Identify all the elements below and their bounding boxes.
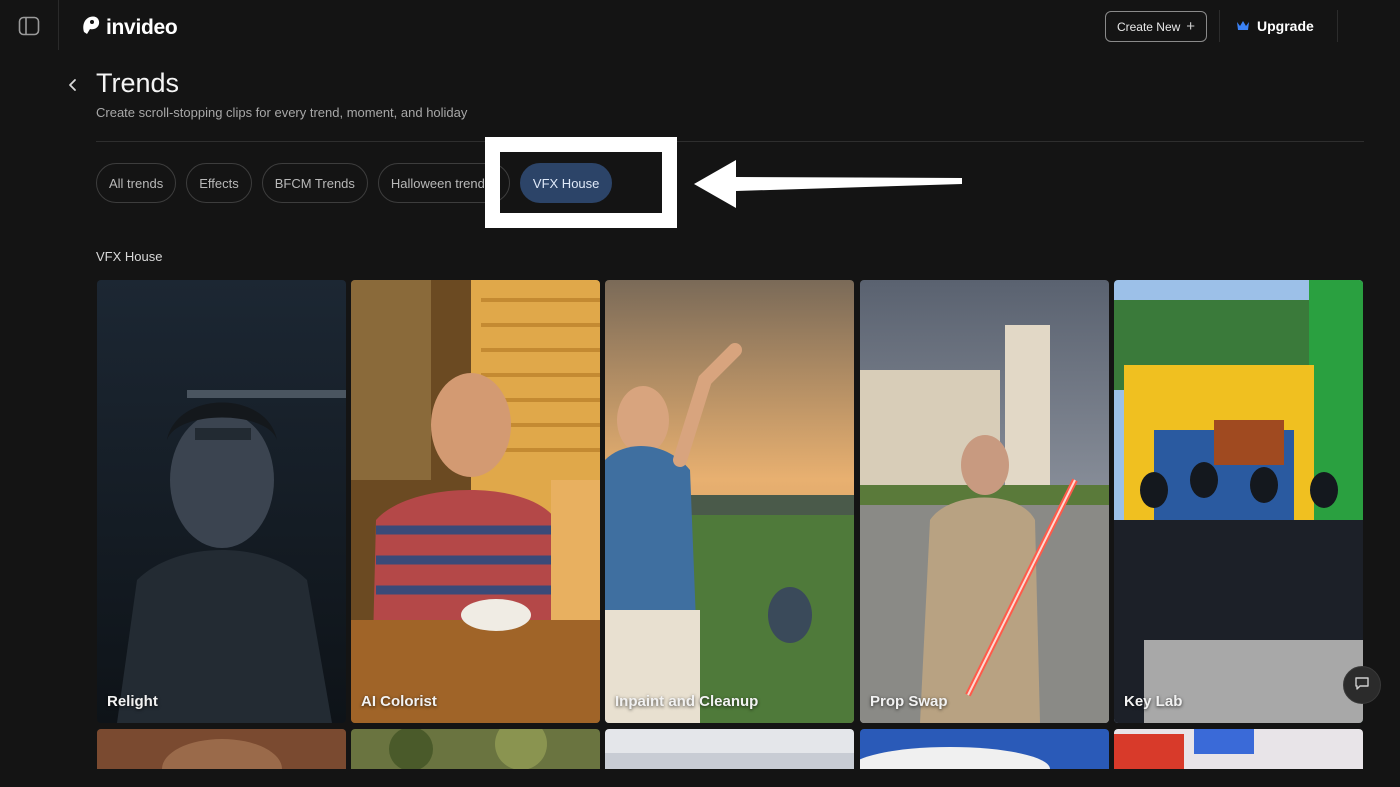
trend-card[interactable] <box>605 729 854 769</box>
crown-icon <box>1236 18 1250 34</box>
trend-card-inpaint-and-cleanup[interactable]: Inpaint and Cleanup <box>605 280 854 723</box>
logo[interactable]: invideo <box>80 14 178 41</box>
trend-card[interactable] <box>1114 729 1363 769</box>
chat-icon <box>1354 675 1370 696</box>
card-thumbnail <box>605 729 854 769</box>
annotation-highlight-box <box>485 137 677 228</box>
card-label: Key Lab <box>1124 693 1183 710</box>
card-thumbnail <box>605 280 854 723</box>
chip-effects[interactable]: Effects <box>186 163 252 203</box>
trend-card-relight[interactable]: Relight <box>97 280 346 723</box>
trend-card-ai-colorist[interactable]: AI Colorist <box>351 280 600 723</box>
section-title: VFX House <box>96 249 163 264</box>
plus-icon: + <box>1186 18 1196 35</box>
create-new-button[interactable]: Create New + <box>1105 11 1207 42</box>
logo-icon <box>80 14 102 41</box>
card-label: Prop Swap <box>870 693 948 710</box>
trend-card-prop-swap[interactable]: Prop Swap <box>860 280 1109 723</box>
page-subtitle: Create scroll-stopping clips for every t… <box>96 105 468 120</box>
card-thumbnail <box>860 280 1109 723</box>
trend-card-key-lab[interactable]: Key Lab <box>1114 280 1363 723</box>
upgrade-label: Upgrade <box>1257 18 1314 34</box>
card-thumbnail <box>1114 729 1363 769</box>
page-title: Trends <box>96 68 180 98</box>
card-thumbnail <box>1114 280 1363 723</box>
card-thumbnail <box>351 729 600 769</box>
sidebar-toggle-icon[interactable] <box>18 16 40 36</box>
card-label: AI Colorist <box>361 693 437 710</box>
card-thumbnail <box>860 729 1109 769</box>
back-button[interactable] <box>64 76 82 94</box>
trend-card[interactable] <box>351 729 600 769</box>
card-label: Inpaint and Cleanup <box>615 693 759 710</box>
header-divider-line <box>96 141 1364 142</box>
create-new-label: Create New <box>1116 19 1181 34</box>
trend-card[interactable] <box>97 729 346 769</box>
card-thumbnail <box>97 729 346 769</box>
chip-all-trends[interactable]: All trends <box>96 163 177 203</box>
chat-button[interactable] <box>1343 666 1381 704</box>
top-divider <box>58 0 59 50</box>
logo-text: invideo <box>106 15 178 39</box>
card-thumbnail <box>351 280 600 723</box>
top-bar: invideo Create New + Upgrade <box>0 0 1400 54</box>
card-thumbnail <box>97 280 346 723</box>
card-label: Relight <box>107 693 158 710</box>
annotation-arrow-icon <box>692 158 964 215</box>
header-divider <box>1219 10 1220 42</box>
chip-bfcm-trends[interactable]: BFCM Trends <box>261 163 368 203</box>
upgrade-button[interactable]: Upgrade <box>1236 14 1314 38</box>
trend-card[interactable] <box>860 729 1109 769</box>
header-divider <box>1337 10 1338 42</box>
